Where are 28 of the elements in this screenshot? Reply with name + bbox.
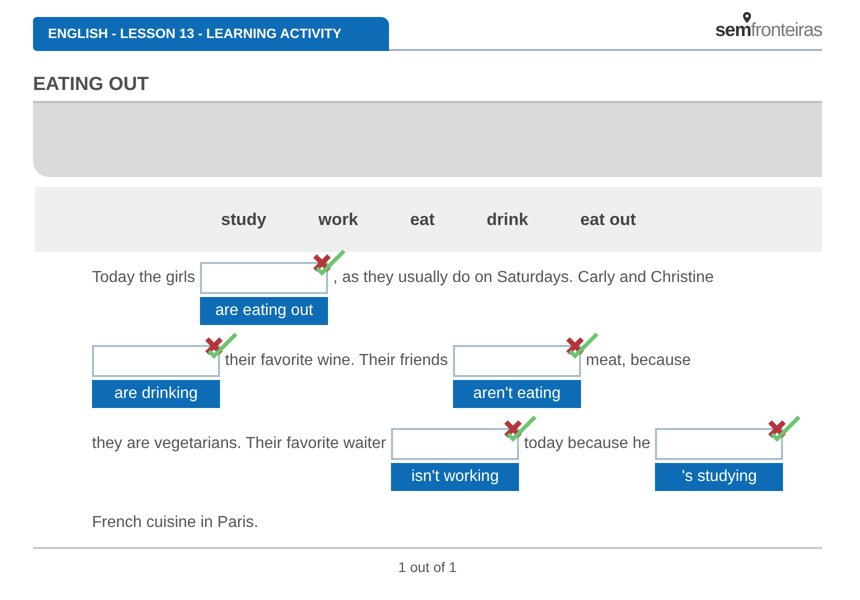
sentence-text: , as they usually do on Saturdays. Carly and Christine bbox=[333, 268, 714, 288]
answer-field[interactable] bbox=[655, 428, 784, 460]
page-counter: 1 out of 1 bbox=[398, 558, 457, 577]
word-bank-word: eat out bbox=[580, 208, 636, 231]
answer-field[interactable] bbox=[391, 428, 520, 460]
word-bank-word: drink bbox=[486, 208, 528, 231]
word-bank-word: study bbox=[221, 208, 266, 231]
sentence-text: Today the girls bbox=[92, 268, 196, 288]
answer-field[interactable] bbox=[92, 345, 220, 377]
cross-and-check-icon bbox=[767, 414, 802, 442]
map-pin-icon bbox=[743, 12, 752, 23]
correct-answer-tag: are eating out bbox=[200, 297, 328, 325]
sentence-text: French cuisine in Paris. bbox=[92, 513, 258, 533]
sentence-text: meat, because bbox=[586, 351, 691, 371]
word-bank-word: work bbox=[318, 208, 358, 231]
sentence-text: today because he bbox=[524, 434, 650, 454]
sentence-text: their favorite wine. Their friends bbox=[225, 351, 448, 371]
answer-field[interactable] bbox=[200, 262, 328, 294]
correct-answer-tag: are drinking bbox=[92, 380, 220, 408]
answer-field[interactable] bbox=[452, 345, 581, 377]
logo: semfronteiras bbox=[715, 21, 822, 49]
correct-answer-tag: 's studying bbox=[655, 463, 784, 491]
activity-title: EATING OUT bbox=[33, 73, 150, 97]
sentence-text: they are vegetarians. Their favorite waiter bbox=[92, 434, 386, 454]
correct-answer-tag: isn't working bbox=[391, 463, 520, 491]
lesson-title-banner: ENGLISH - LESSON 13 - LEARNING ACTIVITY bbox=[33, 17, 389, 51]
correct-answer-tag: aren't eating bbox=[452, 380, 581, 408]
word-bank-word: eat bbox=[410, 208, 435, 231]
